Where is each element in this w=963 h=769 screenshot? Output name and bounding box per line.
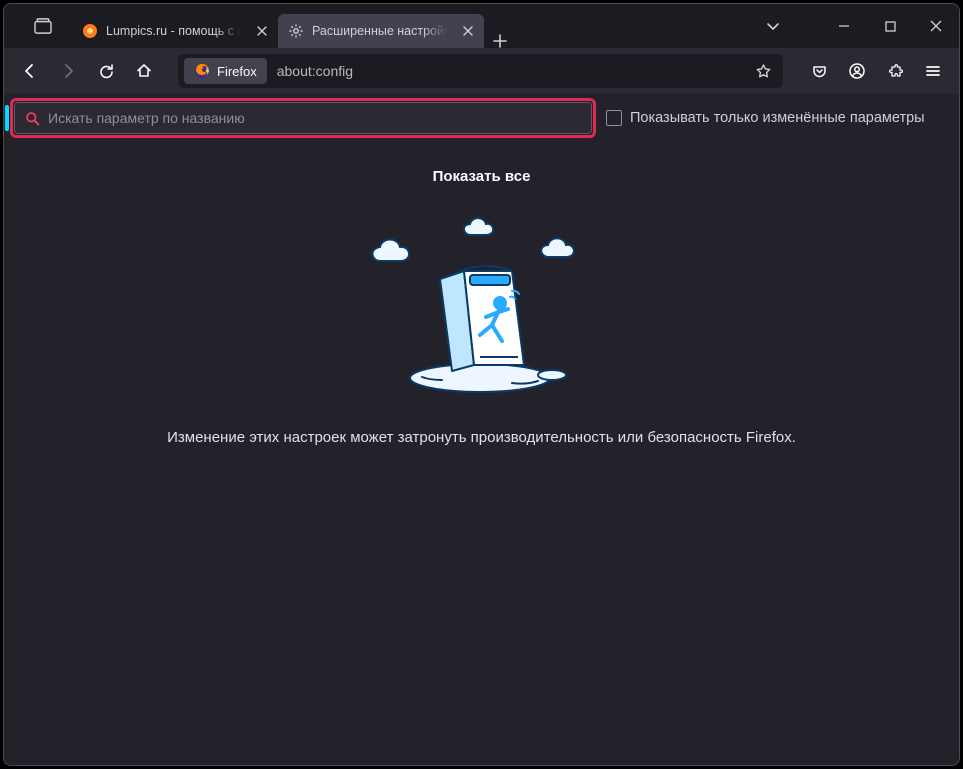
config-search-row: Показывать только изменённые параметры [4,94,959,142]
gear-icon [288,23,304,39]
close-window-button[interactable] [913,4,959,48]
checkbox-icon [606,110,622,126]
close-icon [463,26,473,36]
star-icon [755,63,772,80]
list-all-tabs-button[interactable] [755,4,791,48]
arrow-left-icon [21,62,39,80]
url-bar[interactable]: Firefox about:config [178,54,783,88]
account-icon [848,62,866,80]
config-search-box[interactable] [14,102,592,134]
config-main: Показать все [4,142,959,765]
arrow-right-icon [59,62,77,80]
identity-label: Firefox [217,64,257,79]
search-icon [25,111,40,126]
maximize-button[interactable] [867,4,913,48]
tab-about-config[interactable]: Расширенные настройки [278,14,484,48]
tab-label: Расширенные настройки [312,24,450,38]
plus-icon [493,34,507,48]
home-icon [135,62,153,80]
account-button[interactable] [839,54,875,88]
only-modified-toggle[interactable]: Показывать только изменённые параметры [606,110,925,126]
app-menu-button[interactable] [915,54,951,88]
window-controls [821,4,959,48]
tab-label: Lumpics.ru - помощь с компьютером [106,24,244,38]
only-modified-label: Показывать только изменённые параметры [630,110,925,126]
tab-close-button[interactable] [458,21,478,41]
minimize-button[interactable] [821,4,867,48]
new-tab-button[interactable] [484,28,516,48]
minimize-icon [838,20,850,32]
forward-button[interactable] [50,54,86,88]
caution-illustration [352,213,612,403]
maximize-icon [885,21,896,32]
close-icon [930,20,942,32]
reload-button[interactable] [88,54,124,88]
identity-firefox-badge[interactable]: Firefox [184,58,267,84]
nav-toolbar: Firefox about:config [4,48,959,94]
home-button[interactable] [126,54,162,88]
tabstrip: Lumpics.ru - помощь с компьютером Расшир… [72,4,516,48]
workspaces-icon [34,18,52,34]
extensions-button[interactable] [877,54,913,88]
favicon-lumpics [82,23,98,39]
pocket-button[interactable] [801,54,837,88]
browser-window: Lumpics.ru - помощь с компьютером Расшир… [3,3,960,766]
url-text: about:config [269,63,747,79]
toolbar-right [795,54,951,88]
titlebar-left [4,4,72,48]
config-warning-text: Изменение этих настроек может затронуть … [167,429,796,446]
tab-lumpics[interactable]: Lumpics.ru - помощь с компьютером [72,14,278,48]
titlebar: Lumpics.ru - помощь с компьютером Расшир… [4,4,959,48]
config-search-input[interactable] [48,110,581,126]
firefox-logo-icon [194,63,210,79]
pocket-icon [811,63,828,80]
chevron-down-icon [766,19,780,33]
annotation-highlight [10,98,596,138]
workspaces-button[interactable] [22,10,64,42]
back-button[interactable] [12,54,48,88]
reload-icon [98,63,115,80]
bookmark-star-button[interactable] [747,56,779,86]
hamburger-icon [925,63,941,79]
show-all-link[interactable]: Показать все [433,168,531,185]
close-icon [257,26,267,36]
titlebar-spacer[interactable] [516,4,755,48]
about-config-content: Показывать только изменённые параметры П… [4,94,959,765]
puzzle-icon [887,63,904,80]
tab-close-button[interactable] [252,21,272,41]
